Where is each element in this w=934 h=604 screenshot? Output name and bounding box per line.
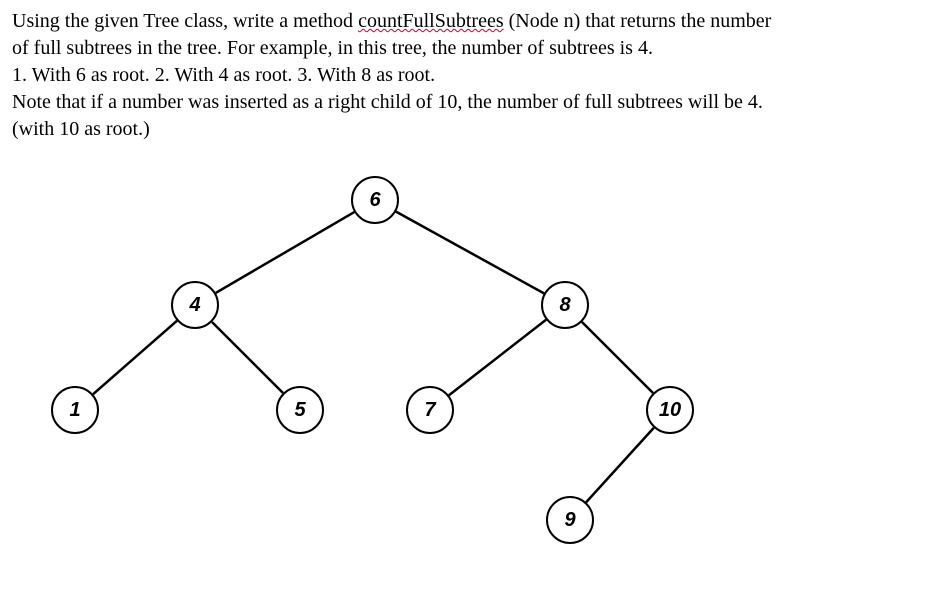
tree-node-label: 4 [189,294,200,317]
tree-node-label: 8 [559,294,570,317]
problem-line-2: of full subtrees in the tree. For exampl… [12,35,922,62]
problem-line-1: Using the given Tree class, write a meth… [12,8,922,35]
tree-node-label: 9 [564,509,575,532]
problem-line-3: 1. With 6 as root. 2. With 4 as root. 3.… [12,62,922,89]
tree-diagram: 6 4 8 1 5 7 10 9 [0,160,934,600]
text-segment: Using the given Tree class, write a meth… [12,10,358,32]
tree-node-label: 6 [369,189,380,212]
problem-statement: Using the given Tree class, write a meth… [12,8,922,143]
tree-node-label: 7 [424,399,435,422]
problem-line-4: Note that if a number was inserted as a … [12,89,922,116]
tree-node-7: 7 [406,386,454,434]
tree-edge [216,212,355,293]
tree-edge [396,212,544,294]
tree-edges-svg [0,160,934,600]
tree-edge [212,322,283,393]
tree-node-10: 10 [646,386,694,434]
tree-edge [582,322,653,393]
tree-node-label: 10 [659,399,681,422]
tree-node-9: 9 [546,496,594,544]
tree-edge [449,320,546,396]
text-segment: (Node n) that returns the number [504,10,772,32]
tree-node-8: 8 [541,281,589,329]
tree-node-label: 1 [69,399,80,422]
method-name: countFullSubtrees [358,10,504,32]
tree-node-6: 6 [351,176,399,224]
tree-node-4: 4 [171,281,219,329]
tree-node-label: 5 [294,399,305,422]
tree-edge [93,321,177,394]
tree-node-1: 1 [51,386,99,434]
tree-edge [586,428,654,502]
edges-group [93,212,654,503]
problem-line-5: (with 10 as root.) [12,116,922,143]
tree-node-5: 5 [276,386,324,434]
